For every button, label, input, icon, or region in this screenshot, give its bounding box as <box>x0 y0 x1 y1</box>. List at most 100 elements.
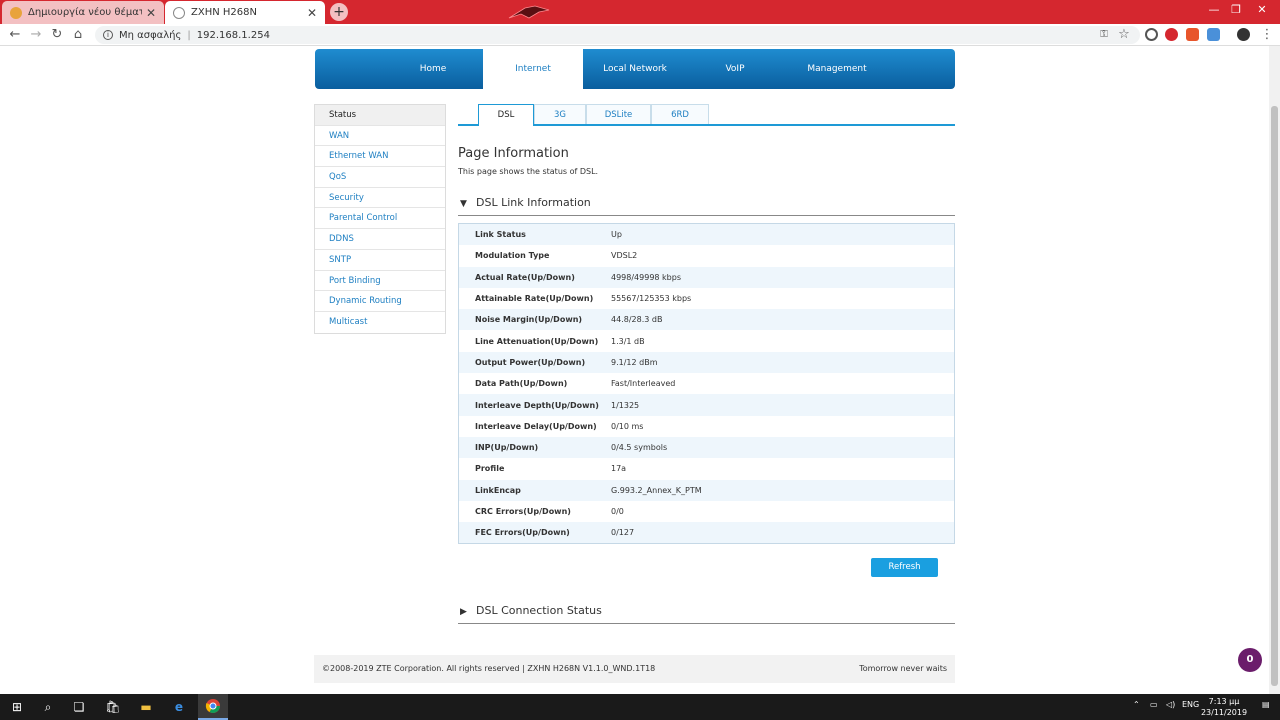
sidebar-item-status[interactable]: Status <box>315 105 445 126</box>
windows-start-icon[interactable]: ⊞ <box>8 698 26 716</box>
sidebar-item-ddns[interactable]: DDNS <box>315 229 445 250</box>
address-bar[interactable]: i Μη ασφαλής | 192.168.1.254 <box>95 26 1140 44</box>
tab-title: ZXHN H268N <box>191 7 257 18</box>
nav-internet[interactable]: Internet <box>483 49 583 89</box>
notifications-icon[interactable]: ▤ <box>1262 700 1270 709</box>
forward-icon[interactable]: → <box>27 27 45 43</box>
tab-dsl[interactable]: DSL <box>478 104 534 126</box>
adblock-extension-icon[interactable] <box>1165 28 1178 41</box>
row-value: 0/0 <box>611 507 624 516</box>
row-value: 9.1/12 dBm <box>611 357 658 367</box>
table-row: Actual Rate(Up/Down) 4998/49998 kbps <box>459 266 954 288</box>
sidebar-item-security[interactable]: Security <box>315 188 445 209</box>
block-extension-icon[interactable] <box>1145 28 1158 41</box>
scrollbar-thumb[interactable] <box>1271 106 1278 686</box>
rog-logo-icon <box>508 5 550 19</box>
row-value: 0/10 ms <box>611 421 644 431</box>
store-icon[interactable]: 🛍 <box>104 698 122 716</box>
sidebar-item-wan[interactable]: WAN <box>315 126 445 147</box>
tab-title: Δημιουργία νέου θέματος - Insom <box>28 7 142 18</box>
info-icon[interactable]: i <box>103 30 113 40</box>
row-value: 0/4.5 symbols <box>611 443 668 453</box>
row-label: Noise Margin(Up/Down) <box>475 315 583 325</box>
row-value: 0/127 <box>611 528 635 538</box>
page-footer: ©2008-2019 ZTE Corporation. All rights r… <box>314 655 955 683</box>
clock-time: 7:13 μμ <box>1208 697 1240 706</box>
row-value: 1.3/1 dB <box>611 336 645 346</box>
slogan-text: Tomorrow never waits <box>859 664 947 673</box>
edge-icon[interactable]: e <box>170 698 188 716</box>
menu-icon[interactable]: ⋮ <box>1258 27 1276 43</box>
expand-arrow-icon: ▶ <box>460 607 467 617</box>
sidebar-item-qos[interactable]: QoS <box>315 167 445 188</box>
key-icon[interactable]: ⚿ <box>1095 27 1113 43</box>
row-value: 4998/49998 kbps <box>611 272 682 282</box>
sidebar-item-sntp[interactable]: SNTP <box>315 250 445 271</box>
sidebar-item-dynamic-routing[interactable]: Dynamic Routing <box>315 291 445 312</box>
dsl-link-info-table: Link Status Up Modulation Type VDSL2 Actual … <box>458 223 955 545</box>
row-value: 1/1325 <box>611 400 640 410</box>
windows-taskbar: ⊞ ⌕ ❏ 🛍 ▬ e ⌃ ▭ ◁) ENG 7:13 μμ 23/11/201… <box>0 694 1280 720</box>
table-row: INP(Up/Down) 0/4.5 symbols <box>459 436 954 459</box>
table-row: Link Status Up <box>459 224 954 246</box>
language-indicator[interactable]: ENG <box>1182 700 1199 709</box>
extension-icon[interactable] <box>1207 28 1220 41</box>
sidebar-item-port-binding[interactable]: Port Binding <box>315 271 445 292</box>
nav-management[interactable]: Management <box>787 49 887 89</box>
dsl-link-info-header[interactable]: ▼ DSL Link Information <box>458 196 955 216</box>
notification-badge[interactable]: 0 <box>1238 648 1262 672</box>
dsl-connection-status-header[interactable]: ▶ DSL Connection Status <box>458 604 955 624</box>
task-view-icon[interactable]: ❏ <box>70 698 88 716</box>
table-row: Profile 17a <box>459 458 954 479</box>
table-row: FEC Errors(Up/Down) 0/127 <box>459 522 954 544</box>
table-row: Data Path(Up/Down) Fast/Interleaved <box>459 373 954 394</box>
home-icon[interactable]: ⌂ <box>69 27 87 43</box>
table-row: Modulation Type VDSL2 <box>459 245 954 266</box>
url-text: 192.168.1.254 <box>196 29 270 41</box>
reload-icon[interactable]: ↻ <box>48 27 66 43</box>
bookmark-star-icon[interactable]: ☆ <box>1115 27 1133 43</box>
clock-date: 23/11/2019 <box>1200 708 1248 717</box>
system-clock[interactable]: 7:13 μμ 23/11/2019 <box>1200 696 1248 718</box>
window-close-icon[interactable]: ✕ <box>1240 0 1280 20</box>
table-row: Interleave Delay(Up/Down) 0/10 ms <box>459 416 954 437</box>
chrome-taskbar-item[interactable] <box>198 694 228 720</box>
table-row: LinkEncap G.993.2_Annex_K_PTM <box>459 479 954 501</box>
nav-home[interactable]: Home <box>383 49 483 89</box>
forum-icon <box>10 6 22 19</box>
row-label: INP(Up/Down) <box>475 443 539 453</box>
office-extension-icon[interactable] <box>1186 28 1199 41</box>
tab-3g[interactable]: 3G <box>534 104 586 124</box>
file-explorer-icon[interactable]: ▬ <box>137 698 155 716</box>
sidebar-item-ethernet-wan[interactable]: Ethernet WAN <box>315 146 445 168</box>
sidebar-item-multicast[interactable]: Multicast <box>315 312 445 333</box>
back-icon[interactable]: ← <box>6 27 24 43</box>
tab-6rd[interactable]: 6RD <box>651 104 709 124</box>
sidebar-item-parental-control[interactable]: Parental Control <box>315 208 445 230</box>
section-title: DSL Link Information <box>476 196 591 209</box>
chrome-icon <box>204 698 222 716</box>
profile-avatar[interactable] <box>1237 28 1250 41</box>
nav-voip[interactable]: VoIP <box>685 49 785 89</box>
page-scrollbar[interactable] <box>1269 46 1280 694</box>
browser-tab-forum[interactable]: Δημιουργία νέου θέματος - Insom ✕ <box>2 1 164 24</box>
nav-local-network[interactable]: Local Network <box>585 49 685 89</box>
tray-chevron-icon[interactable]: ⌃ <box>1133 700 1140 709</box>
table-row: Attainable Rate(Up/Down) 55567/125353 kbp… <box>459 288 954 309</box>
browser-tab-router[interactable]: ZXHN H268N ✕ <box>165 1 325 24</box>
search-icon[interactable]: ⌕ <box>39 698 57 716</box>
row-value: 44.8/28.3 dB <box>611 315 663 325</box>
volume-icon[interactable]: ◁) <box>1166 700 1175 709</box>
network-icon[interactable]: ▭ <box>1150 700 1158 709</box>
row-value: Fast/Interleaved <box>611 379 676 389</box>
new-tab-button[interactable]: + <box>330 3 348 21</box>
row-label: Profile <box>475 464 505 474</box>
separator: | <box>187 29 191 41</box>
close-icon[interactable]: ✕ <box>307 6 317 20</box>
close-icon[interactable]: ✕ <box>146 6 156 20</box>
row-label: Interleave Delay(Up/Down) <box>475 421 597 431</box>
row-label: LinkEncap <box>475 485 521 495</box>
refresh-button[interactable]: Refresh <box>871 558 938 577</box>
tab-dslite[interactable]: DSLite <box>586 104 651 124</box>
row-label: Line Attenuation(Up/Down) <box>475 336 599 346</box>
